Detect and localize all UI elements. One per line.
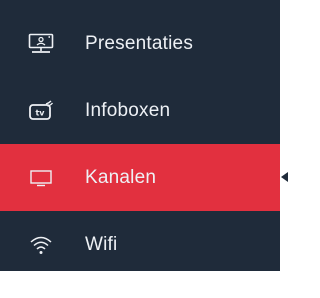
monitor-icon <box>28 167 54 189</box>
sidebar-item-kanalen[interactable]: Kanalen <box>0 144 280 211</box>
sidebar-item-label: Wifi <box>85 233 118 255</box>
sidebar-item-label: Kanalen <box>85 166 157 188</box>
page-background <box>0 271 288 298</box>
sidebar-item-wifi[interactable]: Wifi <box>0 211 280 278</box>
sidebar-item-infoboxen[interactable]: tv Infoboxen <box>0 77 280 144</box>
sidebar-item-label: Infoboxen <box>85 99 171 121</box>
tv-icon: tv <box>28 99 54 122</box>
sidebar-item-presentaties[interactable]: Presentaties <box>0 10 280 77</box>
wifi-icon <box>28 234 54 256</box>
svg-text:tv: tv <box>35 108 45 117</box>
sidebar-item-label: Presentaties <box>85 32 194 54</box>
sidebar-nav: Presentaties tv Infoboxen Kanalen Wifi <box>0 0 280 271</box>
presentation-screen-icon <box>28 33 54 55</box>
active-item-pointer <box>281 172 288 182</box>
